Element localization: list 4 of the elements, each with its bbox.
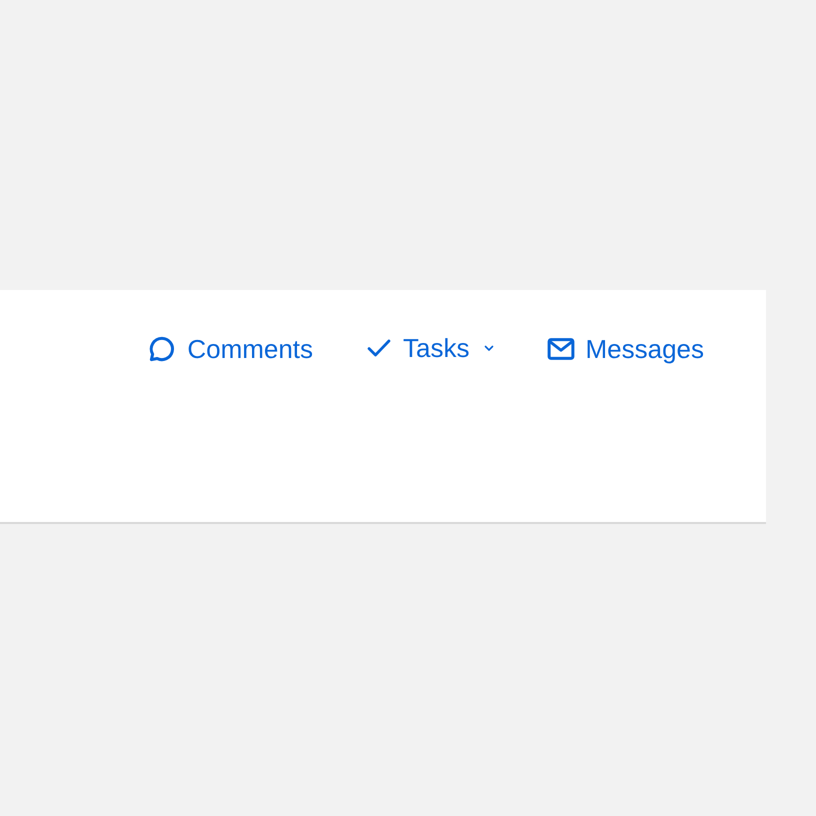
chevron-down-icon [484, 344, 494, 352]
toolbar-link[interactable]: Messages [546, 334, 704, 364]
dropdown-link[interactable]: Tasks [365, 334, 494, 362]
toolbar-link[interactable]: Comments [147, 334, 314, 364]
